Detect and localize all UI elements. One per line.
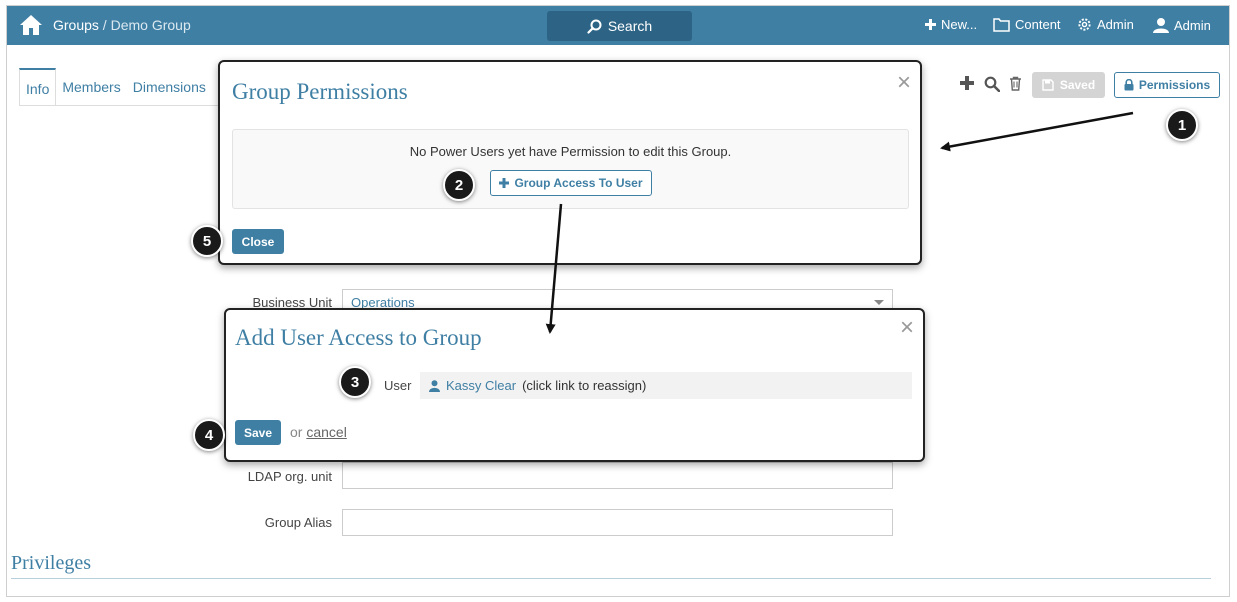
privileges-section-title: Privileges [11,552,91,574]
app-window: Groups / Demo Group Search New... Conten… [6,5,1230,597]
no-permissions-message: No Power Users yet have Permission to ed… [409,144,732,159]
group-permissions-title: Group Permissions [232,79,408,104]
callout-5: 5 [191,225,223,257]
top-navigation-bar: Groups / Demo Group Search New... Conten… [7,6,1229,45]
breadcrumb-groups-link[interactable]: Groups [53,17,99,33]
gear-icon [1078,18,1091,31]
or-text: or [290,424,303,440]
close-button[interactable]: Close [232,229,284,254]
group-access-to-user-label: Group Access To User [514,176,643,190]
callout-1: 1 [1166,109,1198,141]
user-field: Kassy Clear (click link to reassign) [420,372,912,399]
cancel-link[interactable]: cancel [306,424,346,440]
add-user-access-title: Add User Access to Group [235,325,482,350]
user-reassign-hint: (click link to reassign) [522,378,647,393]
search-button[interactable]: Search [547,11,692,41]
group-alias-input[interactable] [342,509,893,536]
saved-button[interactable]: Saved [1032,72,1105,98]
lock-icon [1124,79,1134,91]
tab-dimensions[interactable]: Dimensions [127,68,212,106]
user-menu[interactable]: Admin [1153,17,1211,33]
search-button-label: Search [607,18,653,34]
callout-3: 3 [339,366,371,398]
user-reassign-link[interactable]: Kassy Clear [446,378,516,393]
callout-4: 4 [193,419,225,451]
breadcrumb: Groups / Demo Group [53,17,191,33]
permissions-button-label: Permissions [1138,78,1211,92]
tab-info[interactable]: Info [19,68,57,106]
save-button[interactable]: Save [235,420,281,445]
permissions-info-well: No Power Users yet have Permission to ed… [232,129,909,209]
saved-button-label: Saved [1059,78,1096,92]
add-icon[interactable] [960,76,974,90]
admin-menu-label: Admin [1097,17,1134,32]
breadcrumb-separator: / [98,17,111,33]
arrow-to-permissions-modal [940,111,1134,152]
breadcrumb-current: Demo Group [110,17,191,33]
add-user-access-modal: Add User Access to Group × User Kassy Cl… [224,308,925,462]
ldap-org-unit-label: LDAP org. unit [247,469,332,484]
plus-icon [925,19,936,30]
group-alias-label: Group Alias [264,515,332,530]
group-access-to-user-button[interactable]: Group Access To User [490,170,652,196]
plus-icon [499,178,510,188]
user-menu-label: Admin [1174,17,1211,33]
user-icon [1153,18,1169,33]
floppy-disk-icon [1042,79,1054,91]
user-field-label: User [384,378,412,393]
folder-icon [993,17,1010,32]
permissions-button[interactable]: Permissions [1114,72,1220,98]
callout-2: 2 [443,169,475,201]
content-menu[interactable]: Content [993,17,1061,32]
or-separator: or cancel [290,424,347,440]
search-icon[interactable] [984,76,1000,92]
user-icon [429,379,440,392]
group-tabs: Info Members Dimensions [19,68,212,106]
tab-divider [19,105,219,106]
search-icon [587,19,602,34]
ldap-org-unit-input[interactable] [342,462,893,489]
new-menu-label: New... [941,17,978,32]
content-menu-label: Content [1015,17,1061,32]
tab-members[interactable]: Members [56,68,126,106]
home-icon[interactable] [19,14,43,36]
chevron-down-icon [874,300,884,305]
close-icon[interactable]: × [897,71,911,95]
trash-icon[interactable] [1009,76,1022,91]
privileges-divider [11,578,1211,579]
new-menu[interactable]: New... [925,17,977,32]
group-permissions-modal: Group Permissions × No Power Users yet h… [218,60,922,265]
close-icon[interactable]: × [900,316,914,340]
admin-menu[interactable]: Admin [1077,17,1134,32]
